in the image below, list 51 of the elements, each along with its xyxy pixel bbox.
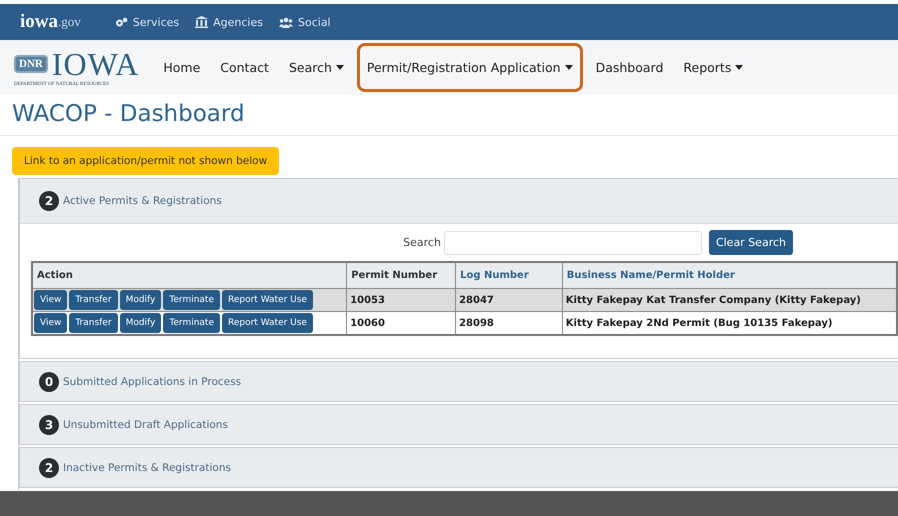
panel-header[interactable]: 2 Inactive Permits & Registrations: [20, 448, 898, 487]
nav-link[interactable]: Contact: [210, 43, 279, 92]
iowa-logo[interactable]: iowa.gov: [20, 11, 81, 33]
action-button[interactable]: Report Water Use: [222, 313, 313, 333]
top-link[interactable]: Agencies: [195, 16, 263, 28]
page-title: WACOP - Dashboard: [0, 95, 898, 136]
action-button[interactable]: Terminate: [163, 313, 220, 333]
nav-link[interactable]: Home: [153, 43, 210, 92]
action-button[interactable]: Transfer: [69, 313, 118, 333]
nav-link[interactable]: Search: [278, 43, 354, 92]
dnr-badge: DNR: [14, 55, 48, 73]
count-badge: 3: [39, 414, 59, 434]
link-button[interactable]: Link to an application/permit not shown below: [12, 147, 280, 175]
count-badge: 0: [39, 372, 59, 392]
column-header[interactable]: Log Number: [456, 262, 562, 288]
gears-icon: [114, 16, 128, 28]
panel-header[interactable]: 3 Unsubmitted Draft Applications: [20, 405, 898, 444]
panel-header[interactable]: 2 Active Permits & Registrations: [20, 179, 898, 224]
caret-icon: [735, 65, 744, 70]
action-button[interactable]: Modify: [120, 290, 162, 310]
panel-title: Active Permits & Registrations: [63, 195, 222, 207]
panel-title: Inactive Permits & Registrations: [63, 462, 231, 474]
people-icon: [279, 16, 293, 28]
panel-header[interactable]: 0 Submitted Applications in Process: [20, 362, 898, 401]
iowa-wordmark: IOWA: [52, 48, 140, 80]
table-row[interactable]: View Transfer Modify Terminate Report Water Use 10060 28098 Kitty Fakepay 2Nd Permit (Bug 10135 Fakepay): [32, 312, 897, 335]
action-button[interactable]: Transfer: [69, 290, 118, 310]
nav-link[interactable]: Permit/Registration Application: [356, 43, 583, 92]
nav-link[interactable]: Dashboard: [586, 43, 674, 92]
action-button[interactable]: Modify: [120, 313, 162, 333]
clear-search-button[interactable]: Clear Search: [708, 230, 793, 255]
search-field[interactable]: [444, 230, 702, 254]
column-header: Permit Number: [346, 262, 456, 288]
caret-icon: [564, 65, 573, 70]
search-label: Search: [403, 236, 441, 249]
top-link[interactable]: Services: [114, 16, 180, 28]
count-badge: 2: [39, 458, 59, 478]
panel-title: Submitted Applications in Process: [63, 376, 242, 388]
panel-title: Unsubmitted Draft Applications: [63, 418, 228, 430]
column-header: Action: [32, 262, 347, 288]
action-button[interactable]: View: [34, 290, 68, 310]
building-icon: [195, 16, 208, 28]
action-button[interactable]: Report Water Use: [222, 290, 313, 310]
nav-link[interactable]: Reports: [673, 43, 754, 92]
top-link[interactable]: Social: [279, 16, 331, 28]
table-row[interactable]: View Transfer Modify Terminate Report Water Use 10053 28047 Kitty Fakepay Kat Transfer Company (Kitty Fakepay): [32, 288, 897, 312]
caret-icon: [336, 65, 344, 70]
count-badge: 2: [39, 191, 59, 211]
action-button[interactable]: Terminate: [163, 290, 220, 310]
action-button[interactable]: View: [34, 313, 68, 333]
column-header[interactable]: Business Name/Permit Holder: [562, 262, 897, 288]
